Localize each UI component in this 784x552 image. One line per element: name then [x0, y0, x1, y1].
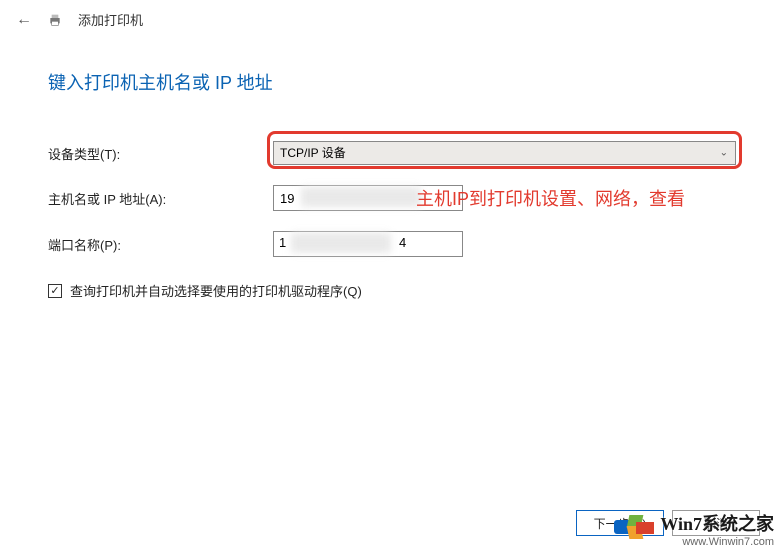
device-type-label: 设备类型(T): [48, 144, 273, 163]
annotation-text: 主机IP到打印机设置、网络，查看 [416, 187, 726, 212]
page-heading: 键入打印机主机名或 IP 地址 [48, 69, 736, 95]
back-arrow-icon[interactable]: ← [16, 11, 32, 29]
port-value-prefix: 1 [279, 235, 286, 250]
redaction-blur [301, 187, 421, 207]
printer-icon [46, 12, 64, 28]
redaction-blur [291, 233, 391, 253]
window-title: 添加打印机 [78, 10, 143, 29]
port-value-suffix: 4 [399, 235, 406, 250]
device-type-select[interactable]: TCP/IP 设备 [273, 141, 736, 165]
watermark: Win7系统之家 www.Winwin7.com [614, 510, 774, 546]
auto-detect-label: 查询打印机并自动选择要使用的打印机驱动程序(Q) [70, 281, 362, 300]
watermark-brand: Win7系统之家 [660, 514, 774, 534]
host-label: 主机名或 IP 地址(A): [48, 189, 273, 208]
watermark-url: www.Winwin7.com [682, 536, 774, 548]
auto-detect-checkbox[interactable]: ✓ [48, 284, 62, 298]
watermark-logo-icon [614, 515, 654, 541]
port-label: 端口名称(P): [48, 235, 273, 254]
